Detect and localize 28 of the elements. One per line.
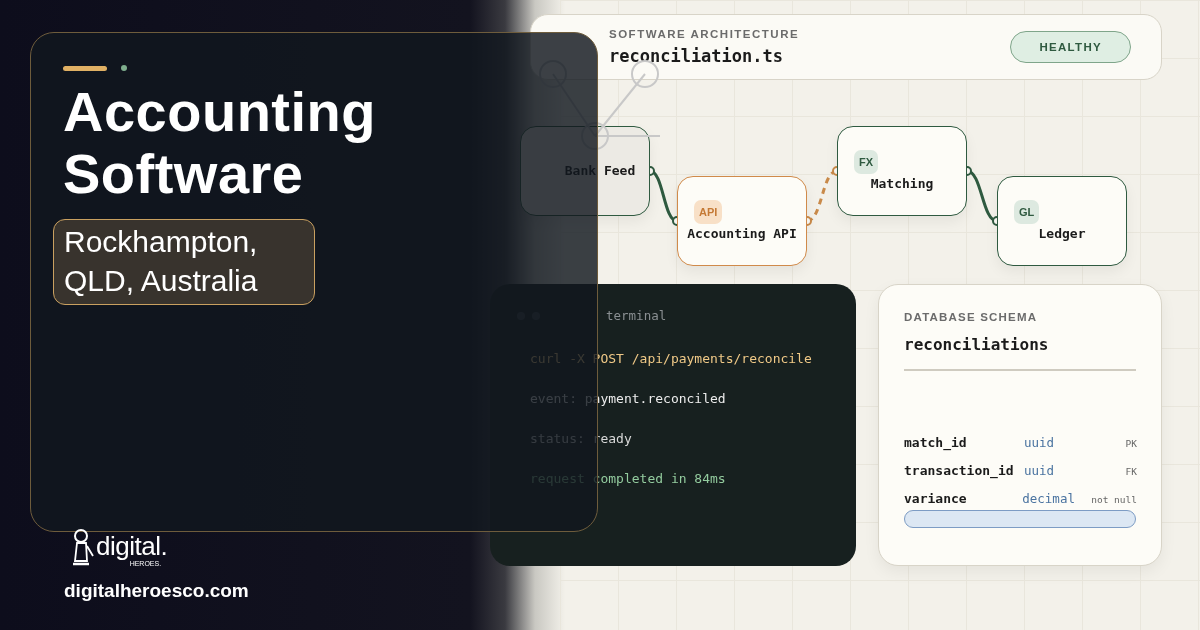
file-name: reconciliation.ts <box>609 46 784 66</box>
field-type: uuid <box>1024 435 1056 450</box>
logo-wordmark: digital. <box>96 533 168 559</box>
field-constraint: not null <box>1091 494 1137 505</box>
status-badge: HEALTHY <box>1010 31 1131 63</box>
node-label: Matching <box>870 175 934 193</box>
accent-dot <box>121 65 127 71</box>
figure-icon <box>72 528 94 568</box>
node-code: GL <box>1014 199 1040 224</box>
field-name: variance <box>904 491 968 506</box>
node-label: Ledger <box>1038 225 1086 243</box>
node-code: FX <box>854 149 879 174</box>
section-label: DATABASE SCHEMA <box>904 311 1039 323</box>
field-constraint: PK <box>1125 438 1137 449</box>
field-name: transaction_id <box>904 463 1015 478</box>
field-type: uuid <box>1024 463 1056 478</box>
field-name: match_id <box>904 435 968 450</box>
headline: Accounting Software <box>63 81 377 205</box>
field-type: decimal <box>1022 491 1076 506</box>
table-name: reconciliations <box>904 335 1050 354</box>
terminal-title: terminal <box>606 308 667 323</box>
location-tag: Rockhampton, QLD, Australia <box>53 219 315 305</box>
node-code: API <box>694 199 723 224</box>
website-url: digitalheroesco.com <box>64 580 249 602</box>
field-constraint: FK <box>1125 466 1137 477</box>
node-label: Accounting API <box>687 225 797 243</box>
section-label: SOFTWARE ARCHITECTURE <box>609 28 800 40</box>
accent-bar <box>63 65 107 71</box>
